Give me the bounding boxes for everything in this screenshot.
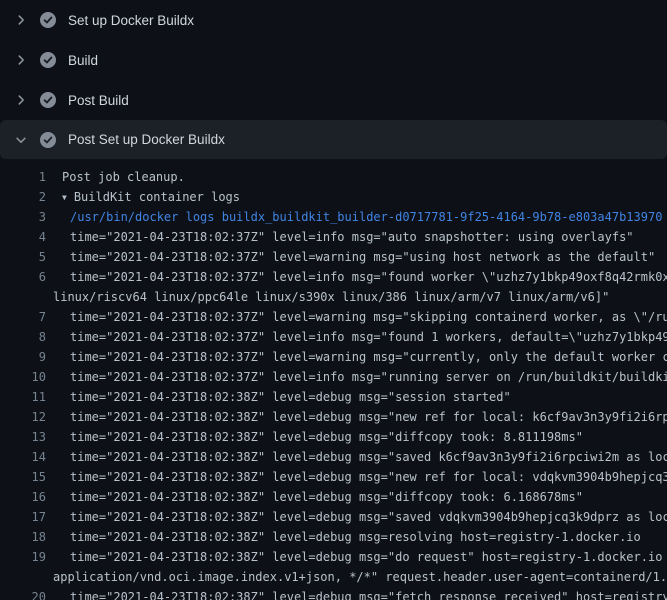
log-line: 18 time="2021-04-23T18:02:38Z" level=debu… — [0, 527, 667, 547]
log-text: time="2021-04-23T18:02:37Z" level=info m… — [70, 267, 667, 287]
log-text: time="2021-04-23T18:02:37Z" level=warnin… — [70, 347, 667, 367]
line-number[interactable]: 8 — [0, 327, 46, 347]
line-number[interactable]: 5 — [0, 247, 46, 267]
line-number[interactable]: 12 — [0, 407, 46, 427]
line-number[interactable]: 17 — [0, 507, 46, 527]
log-text: time="2021-04-23T18:02:38Z" level=debug … — [70, 487, 583, 507]
log-text: time="2021-04-23T18:02:38Z" level=debug … — [70, 387, 511, 407]
log-text: time="2021-04-23T18:02:38Z" level=debug … — [70, 467, 667, 487]
step-row-post-build[interactable]: Post Build — [0, 80, 667, 120]
step-row-build[interactable]: Build — [0, 40, 667, 80]
line-number[interactable]: 11 — [0, 387, 46, 407]
line-number[interactable]: 16 — [0, 487, 46, 507]
line-number[interactable]: 7 — [0, 307, 46, 327]
log-line: 11 time="2021-04-23T18:02:38Z" level=debu… — [0, 387, 667, 407]
line-number[interactable]: 9 — [0, 347, 46, 367]
log-line: 13 time="2021-04-23T18:02:38Z" level=debu… — [0, 427, 667, 447]
chevron-right-icon — [13, 12, 28, 28]
chevron-right-icon — [13, 52, 28, 68]
step-row-set-up-docker-buildx[interactable]: Set up Docker Buildx — [0, 0, 667, 40]
log-line: 3/usr/bin/docker logs buildx_buildkit_bu… — [0, 207, 667, 227]
log-line: 6 time="2021-04-23T18:02:37Z" level=info … — [0, 267, 667, 287]
step-label: Post Set up Docker Buildx — [68, 132, 225, 147]
log-line: linux/riscv64 linux/ppc64le linux/s390x … — [0, 287, 667, 307]
log-text: application/vnd.oci.image.index.v1+json,… — [53, 567, 667, 587]
log-line: 5 time="2021-04-23T18:02:37Z" level=warni… — [0, 247, 667, 267]
log-text: time="2021-04-23T18:02:38Z" level=debug … — [70, 447, 667, 467]
log-text: ▼BuildKit container logs — [62, 187, 240, 207]
log-line: 1 Post job cleanup. — [0, 167, 667, 187]
log-line: 16 time="2021-04-23T18:02:38Z" level=debu… — [0, 487, 667, 507]
log-line: 12 time="2021-04-23T18:02:38Z" level=debu… — [0, 407, 667, 427]
log-text: time="2021-04-23T18:02:38Z" level=debug … — [70, 507, 667, 527]
log-text: time="2021-04-23T18:02:38Z" level=debug … — [70, 547, 667, 567]
log-line: 19 time="2021-04-23T18:02:38Z" level=debu… — [0, 547, 667, 567]
log-text: time="2021-04-23T18:02:37Z" level=info m… — [70, 367, 667, 387]
log-text: time="2021-04-23T18:02:37Z" level=info m… — [70, 327, 667, 347]
log-text: time="2021-04-23T18:02:38Z" level=debug … — [70, 427, 583, 447]
line-number[interactable]: 4 — [0, 227, 46, 247]
step-label: Build — [68, 53, 98, 68]
log-text: time="2021-04-23T18:02:37Z" level=warnin… — [70, 247, 655, 267]
line-number[interactable]: 1 — [0, 167, 46, 187]
step-row-post-set-up-docker-buildx[interactable]: Post Set up Docker Buildx — [0, 120, 667, 159]
log-line: 15 time="2021-04-23T18:02:38Z" level=debu… — [0, 467, 667, 487]
log-line: application/vnd.oci.image.index.v1+json,… — [0, 567, 667, 587]
log-output: 1 Post job cleanup. 2 ▼BuildKit container l… — [0, 159, 667, 600]
log-line: 8 time="2021-04-23T18:02:37Z" level=info … — [0, 327, 667, 347]
chevron-down-icon — [13, 132, 28, 148]
group-collapse-triangle-icon[interactable]: ▼ — [62, 193, 67, 202]
log-text: Post job cleanup. — [62, 167, 185, 187]
log-line: 2 ▼BuildKit container logs — [0, 187, 667, 207]
log-text: time="2021-04-23T18:02:37Z" level=info m… — [70, 227, 634, 247]
line-number[interactable]: 3 — [0, 207, 46, 227]
chevron-right-icon — [13, 92, 28, 108]
log-line: 7 time="2021-04-23T18:02:37Z" level=warni… — [0, 307, 667, 327]
line-number[interactable]: 10 — [0, 367, 46, 387]
log-line: 10 time="2021-04-23T18:02:37Z" level=info… — [0, 367, 667, 387]
step-success-check-icon — [40, 12, 56, 28]
step-label: Set up Docker Buildx — [68, 13, 194, 28]
line-number[interactable]: 2 — [0, 187, 46, 207]
log-text: linux/riscv64 linux/ppc64le linux/s390x … — [53, 287, 609, 307]
step-label: Post Build — [68, 93, 129, 108]
line-number[interactable]: 14 — [0, 447, 46, 467]
line-number[interactable]: 13 — [0, 427, 46, 447]
line-number — [0, 567, 46, 587]
line-number[interactable]: 18 — [0, 527, 46, 547]
line-number[interactable]: 19 — [0, 547, 46, 567]
log-line: 17 time="2021-04-23T18:02:38Z" level=debu… — [0, 507, 667, 527]
step-success-check-icon — [40, 132, 56, 148]
step-success-check-icon — [40, 52, 56, 68]
log-text: time="2021-04-23T18:02:38Z" level=debug … — [70, 407, 667, 427]
step-list: Set up Docker Buildx Build Post Build — [0, 0, 667, 159]
log-command-text: /usr/bin/docker logs buildx_buildkit_bui… — [70, 207, 662, 227]
log-text: time="2021-04-23T18:02:38Z" level=debug … — [70, 527, 641, 547]
actions-log-viewer: Set up Docker Buildx Build Post Build — [0, 0, 667, 600]
line-number — [0, 287, 46, 307]
log-line: 4 time="2021-04-23T18:02:37Z" level=info … — [0, 227, 667, 247]
step-success-check-icon — [40, 92, 56, 108]
line-number[interactable]: 15 — [0, 467, 46, 487]
log-line: 14 time="2021-04-23T18:02:38Z" level=debu… — [0, 447, 667, 467]
line-number[interactable]: 20 — [0, 587, 46, 600]
log-text: time="2021-04-23T18:02:38Z" level=debug … — [70, 587, 667, 600]
log-line: 20 time="2021-04-23T18:02:38Z" level=debu… — [0, 587, 667, 600]
log-lines: 1 Post job cleanup. 2 ▼BuildKit container l… — [0, 167, 667, 600]
log-line: 9 time="2021-04-23T18:02:37Z" level=warni… — [0, 347, 667, 367]
log-text: time="2021-04-23T18:02:37Z" level=warnin… — [70, 307, 667, 327]
line-number[interactable]: 6 — [0, 267, 46, 287]
